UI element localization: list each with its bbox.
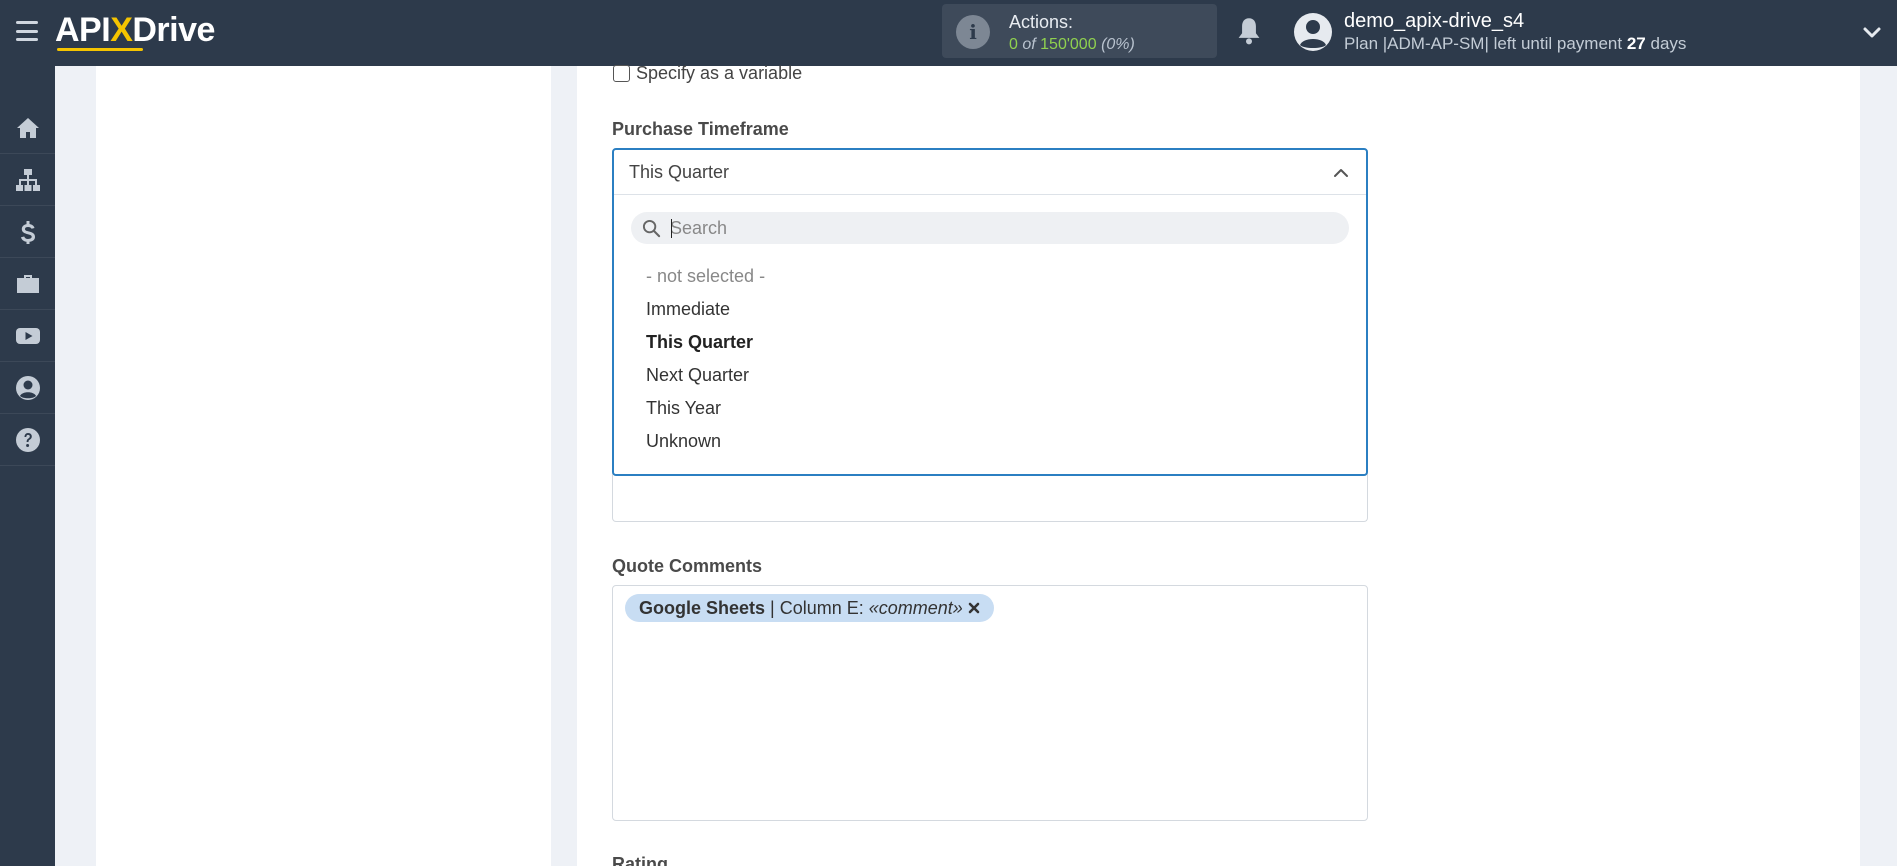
sidebar-item-help[interactable] bbox=[0, 414, 55, 466]
tag-value: «comment» bbox=[868, 597, 963, 618]
close-icon[interactable] bbox=[968, 602, 980, 614]
variable-checkbox-row: Specify as a variable bbox=[613, 63, 802, 84]
sidebar bbox=[0, 66, 55, 866]
youtube-icon bbox=[15, 327, 40, 344]
quote-comments-label: Quote Comments bbox=[612, 556, 763, 576]
user-circle-icon bbox=[15, 375, 40, 400]
sidebar-item-billing[interactable] bbox=[0, 206, 55, 258]
field-tag[interactable]: Google Sheets | Column E: «comment» bbox=[625, 594, 994, 622]
bell-icon[interactable] bbox=[1235, 16, 1263, 46]
actions-count: 0 of 150'000 (0%) bbox=[1009, 36, 1135, 53]
tag-column: Column E: bbox=[779, 597, 864, 618]
user-plan: Plan |ADM-AP-SM| left until payment 27 d… bbox=[1344, 34, 1687, 53]
purchase-timeframe-dropdown[interactable]: This Quarter - not selected - Immediate … bbox=[612, 148, 1368, 476]
purchase-timeframe-select[interactable]: This Quarter bbox=[614, 150, 1366, 195]
sidebar-item-connections[interactable] bbox=[0, 154, 55, 206]
info-icon: i bbox=[956, 15, 990, 49]
dollar-icon bbox=[20, 220, 35, 244]
search-input[interactable] bbox=[670, 215, 1340, 241]
sidebar-item-profile[interactable] bbox=[0, 362, 55, 414]
option-this-quarter[interactable]: This Quarter bbox=[646, 332, 753, 353]
rating-label: Rating bbox=[612, 854, 668, 866]
apix-drive-logo[interactable]: APIXDrive bbox=[55, 8, 215, 52]
help-icon bbox=[15, 427, 40, 452]
option-this-year[interactable]: This Year bbox=[646, 398, 721, 419]
sidebar-item-videos[interactable] bbox=[0, 310, 55, 362]
search-icon bbox=[642, 219, 661, 238]
tag-source: Google Sheets bbox=[639, 597, 766, 618]
briefcase-icon bbox=[16, 274, 39, 293]
user-name[interactable]: demo_apix-drive_s4 bbox=[1344, 10, 1524, 33]
option-immediate[interactable]: Immediate bbox=[646, 299, 730, 320]
menu-icon[interactable] bbox=[16, 21, 38, 41]
sidebar-item-tools[interactable] bbox=[0, 258, 55, 310]
option-next-quarter[interactable]: Next Quarter bbox=[646, 365, 749, 386]
dropdown-search[interactable] bbox=[631, 212, 1349, 244]
quote-comments-field[interactable]: Google Sheets | Column E: «comment» bbox=[612, 585, 1368, 821]
chevron-up-icon[interactable] bbox=[1332, 164, 1350, 182]
tag-separator: | bbox=[770, 597, 775, 618]
option-unknown[interactable]: Unknown bbox=[646, 431, 721, 452]
sidebar-item-home[interactable] bbox=[0, 102, 55, 154]
variable-checkbox-label: Specify as a variable bbox=[636, 63, 803, 83]
selected-value: This Quarter bbox=[629, 162, 730, 182]
purchase-timeframe-label: Purchase Timeframe bbox=[612, 119, 789, 139]
actions-counter: i Actions: 0 of 150'000 (0%) bbox=[942, 4, 1217, 58]
option-not-selected[interactable]: - not selected - bbox=[646, 266, 765, 287]
chevron-down-icon[interactable] bbox=[1862, 22, 1882, 42]
top-bar: APIXDrive i Actions: 0 of 150'000 (0%) d… bbox=[0, 0, 1897, 66]
hidden-field-box[interactable] bbox=[612, 470, 1368, 522]
home-icon bbox=[16, 117, 39, 138]
actions-label: Actions: bbox=[1009, 12, 1074, 32]
sitemap-icon bbox=[15, 168, 40, 191]
left-panel bbox=[96, 66, 551, 866]
variable-checkbox[interactable] bbox=[613, 65, 630, 82]
avatar-icon[interactable] bbox=[1294, 13, 1332, 51]
